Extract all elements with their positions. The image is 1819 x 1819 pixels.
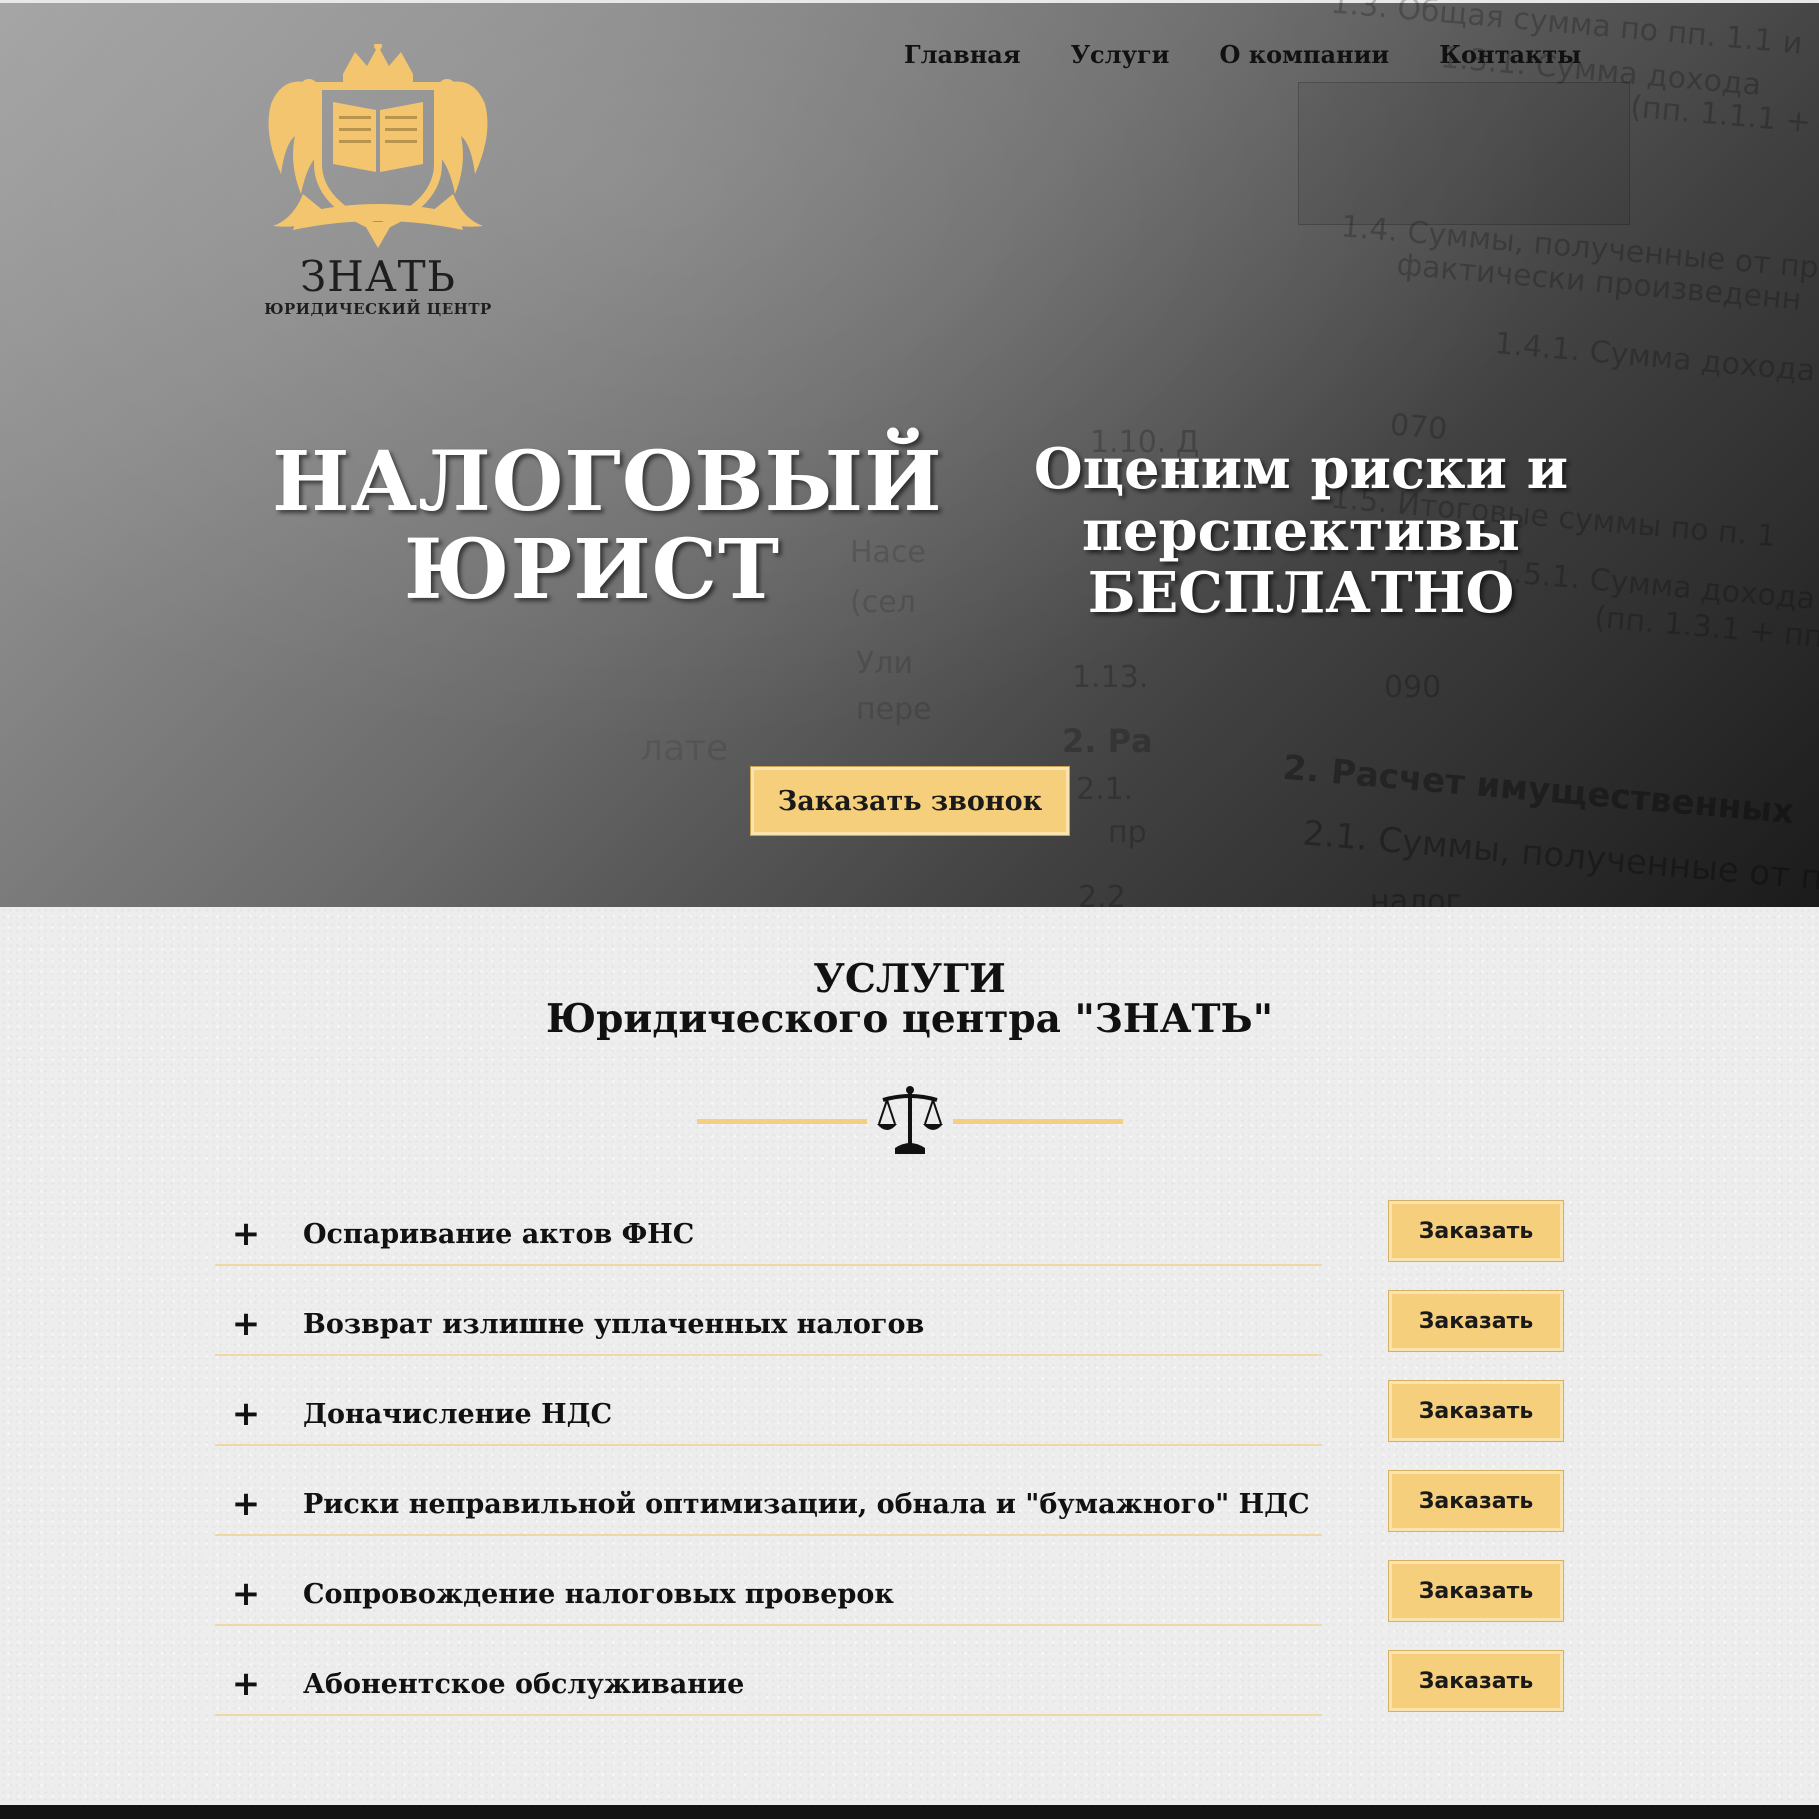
order-call-button[interactable]: Заказать звонок bbox=[751, 767, 1069, 835]
hero-title: НАЛОГОВЫЙ ЮРИСТ bbox=[272, 434, 943, 618]
service-row: + Возврат излишне уплаченных налогов Зак… bbox=[215, 1291, 1565, 1384]
nav-item-contacts[interactable]: Контакты bbox=[1439, 40, 1581, 69]
hero-title-line: ЮРИСТ bbox=[404, 522, 780, 618]
order-button[interactable]: Заказать bbox=[1389, 1201, 1563, 1261]
footer-bar bbox=[0, 1805, 1819, 1819]
service-row: + Сопровождение налоговых проверок Заказ… bbox=[215, 1561, 1565, 1654]
service-item[interactable]: + Оспаривание актов ФНС bbox=[215, 1204, 1322, 1266]
service-item[interactable]: + Риски неправильной оптимизации, обнала… bbox=[215, 1474, 1322, 1536]
service-label: Оспаривание актов ФНС bbox=[303, 1218, 695, 1250]
background-text: (пп. 1.1.1 + пп. bbox=[1628, 89, 1819, 146]
divider-line-left bbox=[697, 1119, 867, 1124]
section-divider bbox=[697, 1084, 1123, 1154]
service-row: + Риски неправильной оптимизации, обнала… bbox=[215, 1471, 1565, 1564]
background-text: пере bbox=[856, 692, 932, 727]
order-button[interactable]: Заказать bbox=[1389, 1651, 1563, 1711]
hero-section: 1.3. Общая сумма по пп. 1.1 и 1.3.1. Сум… bbox=[0, 0, 1819, 907]
service-row: + Абонентское обслуживание Заказать bbox=[215, 1651, 1565, 1744]
services-list: + Оспаривание актов ФНС Заказать + Возвр… bbox=[215, 1201, 1565, 1744]
hero-subtitle-line: БЕСПЛАТНО bbox=[1087, 560, 1515, 626]
brand-name: ЗНАТЬ bbox=[300, 252, 456, 301]
service-item[interactable]: + Сопровождение налоговых проверок bbox=[215, 1564, 1322, 1626]
service-item[interactable]: + Абонентское обслуживание bbox=[215, 1654, 1322, 1716]
hero-subtitle: Оценим риски и перспективы БЕСПЛАТНО bbox=[1018, 438, 1584, 624]
order-button[interactable]: Заказать bbox=[1389, 1561, 1563, 1621]
background-text: 090 bbox=[1384, 670, 1442, 705]
main-nav: Главная Услуги О компании Контакты bbox=[904, 40, 1581, 69]
service-label: Возврат излишне уплаченных налогов bbox=[303, 1308, 925, 1340]
brand-subtitle: ЮРИДИЧЕСКИЙ ЦЕНТР bbox=[264, 300, 492, 318]
background-text: 2. Ра bbox=[1062, 722, 1153, 760]
nav-item-home[interactable]: Главная bbox=[904, 40, 1021, 69]
background-text: 1.4.1. Сумма дохода bbox=[1493, 326, 1817, 389]
services-heading: УСЛУГИ Юридического центра "ЗНАТЬ" bbox=[0, 959, 1819, 1039]
hero-subtitle-line: перспективы bbox=[1081, 498, 1521, 564]
background-text: налог bbox=[1370, 884, 1462, 907]
plus-icon: + bbox=[231, 1664, 261, 1704]
services-section: УСЛУГИ Юридического центра "ЗНАТЬ" + Осп… bbox=[0, 907, 1819, 1805]
order-button[interactable]: Заказать bbox=[1389, 1381, 1563, 1441]
logo[interactable]: ЗНАТЬ ЮРИДИЧЕСКИЙ ЦЕНТР bbox=[262, 44, 494, 318]
services-heading-line: УСЛУГИ bbox=[813, 956, 1006, 1002]
service-label: Риски неправильной оптимизации, обнала и… bbox=[303, 1488, 1310, 1520]
plus-icon: + bbox=[231, 1304, 261, 1344]
background-text: Ули bbox=[856, 646, 913, 681]
background-form-box bbox=[1298, 82, 1630, 225]
order-button[interactable]: Заказать bbox=[1389, 1471, 1563, 1531]
services-heading-line: Юридического центра "ЗНАТЬ" bbox=[545, 996, 1274, 1042]
plus-icon: + bbox=[231, 1394, 261, 1434]
order-button[interactable]: Заказать bbox=[1389, 1291, 1563, 1351]
background-text: лате bbox=[640, 728, 729, 769]
service-item[interactable]: + Доначисление НДС bbox=[215, 1384, 1322, 1446]
background-text: пр bbox=[1108, 815, 1147, 850]
service-row: + Оспаривание актов ФНС Заказать bbox=[215, 1201, 1565, 1294]
plus-icon: + bbox=[231, 1214, 261, 1254]
background-text: 2.2 bbox=[1078, 880, 1126, 907]
plus-icon: + bbox=[231, 1574, 261, 1614]
divider-line-right bbox=[953, 1119, 1123, 1124]
hero-subtitle-line: Оценим риски и bbox=[1033, 436, 1569, 502]
service-label: Сопровождение налоговых проверок bbox=[303, 1578, 894, 1610]
service-item[interactable]: + Возврат излишне уплаченных налогов bbox=[215, 1294, 1322, 1356]
crest-eagles-book-icon bbox=[268, 44, 488, 248]
nav-item-about[interactable]: О компании bbox=[1219, 40, 1389, 69]
service-label: Доначисление НДС bbox=[303, 1398, 613, 1430]
scales-of-justice-icon bbox=[877, 1086, 943, 1154]
service-label: Абонентское обслуживание bbox=[303, 1668, 745, 1700]
hero-title-line: НАЛОГОВЫЙ bbox=[272, 434, 943, 530]
background-text: 2.1. bbox=[1076, 772, 1134, 807]
nav-item-services[interactable]: Услуги bbox=[1071, 40, 1170, 69]
background-text: 1.13. bbox=[1072, 660, 1149, 695]
service-row: + Доначисление НДС Заказать bbox=[215, 1381, 1565, 1474]
top-border bbox=[0, 0, 1819, 3]
plus-icon: + bbox=[231, 1484, 261, 1524]
